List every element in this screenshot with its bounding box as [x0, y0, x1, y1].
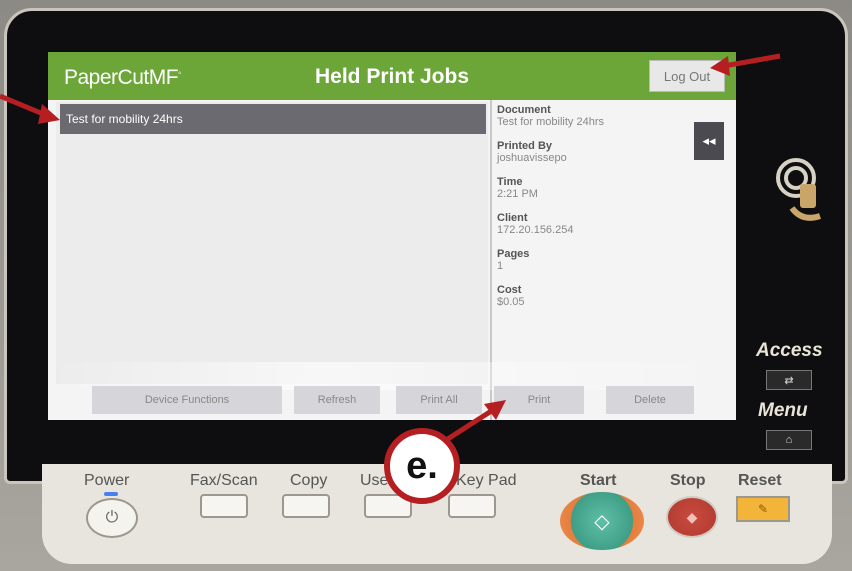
- device-functions-button[interactable]: Device Functions: [92, 386, 282, 414]
- detail-value-time: 2:21 PM: [497, 188, 538, 200]
- detail-value-client: 172.20.156.254: [497, 224, 574, 236]
- job-details: Document Test for mobility 24hrs Printed…: [497, 104, 687, 320]
- delete-button[interactable]: Delete: [606, 386, 694, 414]
- menu-key[interactable]: ⌂: [766, 430, 812, 450]
- detail-label-document: Document: [497, 104, 551, 116]
- detail-label-client: Client: [497, 212, 528, 224]
- stop-icon: ◆: [686, 508, 698, 525]
- start-icon: ◇: [594, 510, 610, 533]
- power-label: Power: [84, 472, 130, 489]
- detail-label-pages: Pages: [497, 248, 530, 260]
- touchscreen: PaperCutMF◦ Held Print Jobs Log Out Test…: [48, 52, 736, 420]
- job-list: Test for mobility 24hrs: [56, 102, 488, 384]
- access-key[interactable]: ⇄: [766, 370, 812, 390]
- page-title: Held Print Jobs: [314, 65, 470, 88]
- fax-scan-key[interactable]: [200, 494, 248, 518]
- menu-label: Menu: [758, 400, 808, 421]
- copy-key[interactable]: [282, 494, 330, 518]
- power-button[interactable]: ⏻: [86, 498, 138, 538]
- stop-label: Stop: [670, 472, 706, 489]
- detail-value-pages: 1: [497, 260, 504, 272]
- refresh-button[interactable]: Refresh: [294, 386, 380, 414]
- power-icon: ⏻: [105, 509, 119, 526]
- step-callout: e.: [384, 428, 460, 504]
- fax-scan-label: Fax/Scan: [190, 472, 258, 489]
- copy-label: Copy: [290, 472, 328, 489]
- detail-label-time: Time: [497, 176, 523, 188]
- print-button[interactable]: Print: [494, 386, 584, 414]
- power-led: [104, 492, 118, 496]
- detail-value-document: Test for mobility 24hrs: [497, 116, 604, 128]
- reset-label: Reset: [738, 472, 782, 489]
- reset-button[interactable]: ✎: [736, 496, 790, 522]
- log-out-button[interactable]: Log Out: [649, 60, 725, 92]
- start-label: Start: [580, 472, 617, 489]
- header-bar: PaperCutMF◦ Held Print Jobs Log Out: [48, 52, 736, 100]
- access-label: Access: [756, 340, 823, 361]
- keypad-key[interactable]: [448, 494, 496, 518]
- print-all-button[interactable]: Print All: [396, 386, 482, 414]
- keypad-label: Key Pad: [456, 472, 517, 489]
- stop-button[interactable]: ◆: [666, 496, 718, 538]
- reset-icon: ✎: [757, 502, 769, 516]
- nfc-reader-icon: [776, 158, 821, 221]
- start-button[interactable]: ◇: [560, 492, 644, 550]
- collapse-panel-button[interactable]: ◂◂: [694, 122, 724, 160]
- detail-value-printed-by: joshuavissepo: [497, 152, 567, 164]
- detail-label-cost: Cost: [497, 284, 522, 296]
- detail-label-printed-by: Printed By: [497, 140, 553, 152]
- detail-value-cost: $0.05: [497, 296, 525, 308]
- job-row[interactable]: Test for mobility 24hrs: [60, 104, 486, 134]
